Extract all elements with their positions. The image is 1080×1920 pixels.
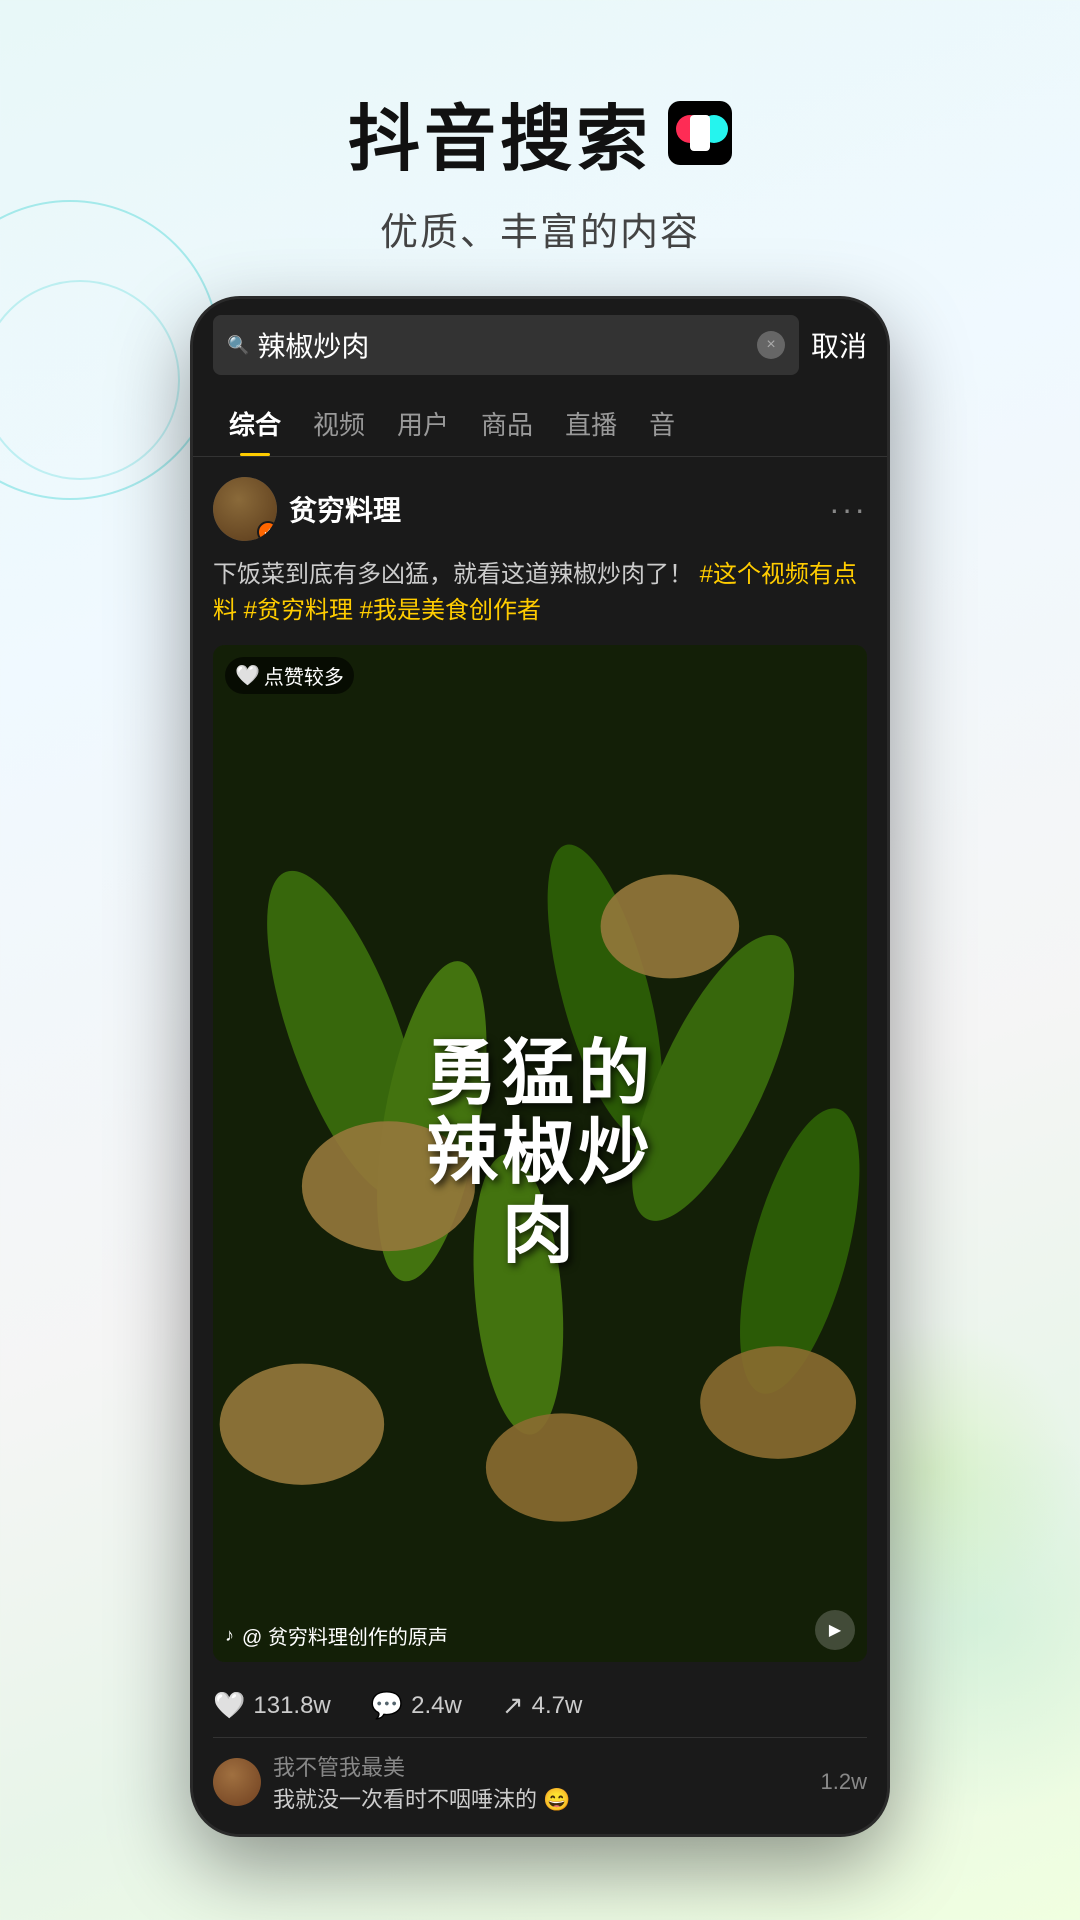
tiktok-logo-icon [668,101,732,165]
comment-texts: 我不管我最美 我就没一次看时不咽唾沫的 😄 [273,1750,809,1814]
tiktok-logo-inner [690,115,710,151]
comment-content: 我就没一次看时不咽唾沫的 😄 [273,1782,809,1814]
search-tabs: 综合 视频 用户 商品 直播 音 [193,391,887,457]
stat-comments[interactable]: 💬 2.4w [371,1690,462,1721]
video-thumbnail[interactable]: 🤍 点赞较多 勇猛的辣椒炒肉 ♪ @ 贫穷料理创作的原声 ▶ [213,645,867,1662]
comment-icon: 💬 [371,1690,403,1721]
post-username[interactable]: 贫穷料理 [289,489,829,529]
post-more-button[interactable]: ··· [829,491,867,528]
app-header: 抖音搜索 优质、丰富的内容 [0,0,1080,296]
phone-container: 🔍 辣椒炒肉 × 取消 综合 视频 用户 商品 直播 [0,296,1080,1837]
tab-comprehensive[interactable]: 综合 [213,391,297,456]
tab-audio[interactable]: 音 [633,391,691,456]
stats-row: 🤍 131.8w 💬 2.4w ↗ 4.7w [213,1678,867,1721]
search-input-box[interactable]: 🔍 辣椒炒肉 × [213,315,799,375]
tab-video[interactable]: 视频 [297,391,381,456]
comment-likes: 1.2w [821,1769,867,1795]
play-icon: ▶ [829,1620,841,1640]
heart-icon: 🤍 [213,1690,245,1721]
search-cancel-button[interactable]: 取消 [811,325,867,365]
tiktok-small-icon: ♪ [225,1625,234,1646]
stat-shares[interactable]: ↗ 4.7w [502,1690,583,1721]
title-text: 抖音搜索 [348,80,652,185]
tab-live[interactable]: 直播 [549,391,633,456]
verified-badge: ✓ [257,521,277,541]
app-subtitle: 优质、丰富的内容 [0,201,1080,256]
post-header: ✓ 贫穷料理 ··· [213,477,867,541]
phone-mockup: 🔍 辣椒炒肉 × 取消 综合 视频 用户 商品 直播 [190,296,890,1837]
app-title: 抖音搜索 [0,80,1080,185]
video-title-text: 勇猛的辣椒炒肉 [426,1035,654,1273]
search-clear-button[interactable]: × [757,331,785,359]
search-query-text: 辣椒炒肉 [257,325,749,365]
tab-user[interactable]: 用户 [381,391,465,456]
clear-icon: × [766,336,775,354]
stat-likes[interactable]: 🤍 131.8w [213,1690,331,1721]
commenter-username: 我不管我最美 [273,1750,809,1782]
tab-product[interactable]: 商品 [465,391,549,456]
commenter-avatar [213,1758,261,1806]
comments-count: 2.4w [411,1692,462,1720]
share-icon: ↗ [502,1690,524,1721]
comment-preview-row: 我不管我最美 我就没一次看时不咽唾沫的 😄 1.2w [213,1737,867,1814]
audio-label: @ 贫穷料理创作的原声 [242,1621,448,1650]
avatar: ✓ [213,477,277,541]
post-desc-text: 下饭菜到底有多凶猛，就看这道辣椒炒肉了！ [213,561,693,588]
post-description: 下饭菜到底有多凶猛，就看这道辣椒炒肉了！ #这个视频有点料 #贫穷料理 #我是美… [213,557,867,629]
video-title-overlay: 勇猛的辣椒炒肉 [213,645,867,1662]
search-bar-row: 🔍 辣椒炒肉 × 取消 [193,299,887,391]
content-area: ✓ 贫穷料理 ··· 下饭菜到底有多凶猛，就看这道辣椒炒肉了！ #这个视频有点料… [193,457,887,1834]
shares-count: 4.7w [532,1692,583,1720]
audio-bar: ♪ @ 贫穷料理创作的原声 [225,1621,448,1650]
search-icon: 🔍 [227,335,249,356]
likes-count: 131.8w [253,1692,330,1720]
